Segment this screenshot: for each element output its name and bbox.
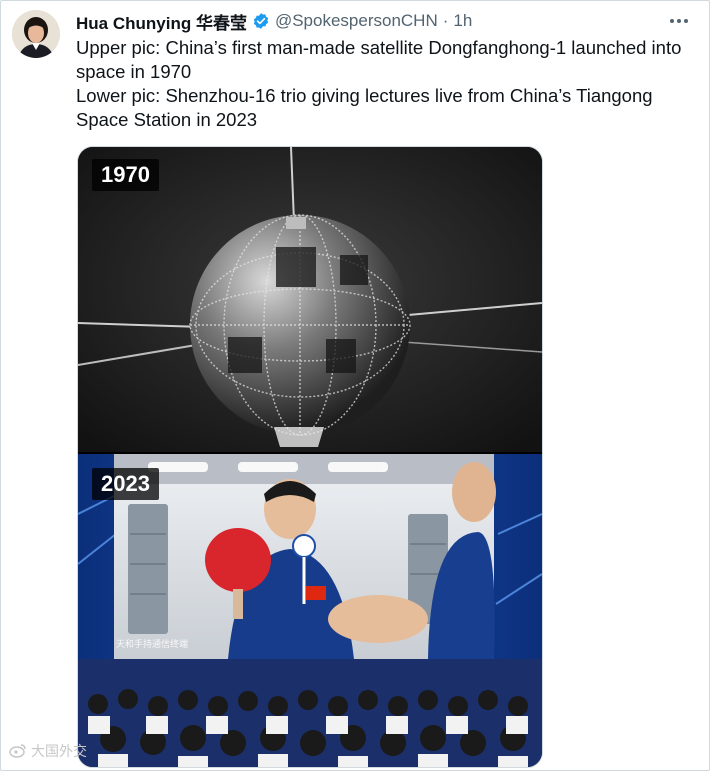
weibo-icon	[8, 742, 28, 761]
tweet-text-line-1: Upper pic: China’s first man-made satell…	[76, 37, 682, 82]
tweet-timestamp[interactable]: 1h	[453, 11, 472, 31]
satellite-photo[interactable]: 1970	[78, 147, 542, 452]
video-caption-overlay: 天和手持通信终端	[116, 639, 189, 649]
tweet-header: Hua Chunying 华春莹 @SpokespersonCHN · 1h	[76, 9, 472, 34]
author-name[interactable]: Hua Chunying 华春莹	[76, 9, 247, 34]
year-label-2023: 2023	[92, 468, 159, 500]
space-station-photo[interactable]: 2023 天和手持通信终端	[78, 454, 542, 767]
more-options-icon[interactable]	[666, 10, 692, 32]
watermark-text: 大国外交	[31, 743, 87, 759]
author-avatar[interactable]	[12, 10, 60, 58]
verified-badge-icon	[252, 12, 270, 30]
tweet-text-line-2: Lower pic: Shenzhou-16 trio giving lectu…	[76, 85, 653, 130]
header-separator: ·	[442, 11, 449, 30]
year-label-1970: 1970	[92, 159, 159, 191]
tweet-media[interactable]: 1970 2023 天和手持通信终端	[77, 146, 543, 768]
tweet-text: Upper pic: China’s first man-made satell…	[76, 36, 701, 132]
author-handle[interactable]: @SpokespersonCHN	[275, 11, 438, 31]
watermark: 大国外交	[8, 741, 87, 761]
